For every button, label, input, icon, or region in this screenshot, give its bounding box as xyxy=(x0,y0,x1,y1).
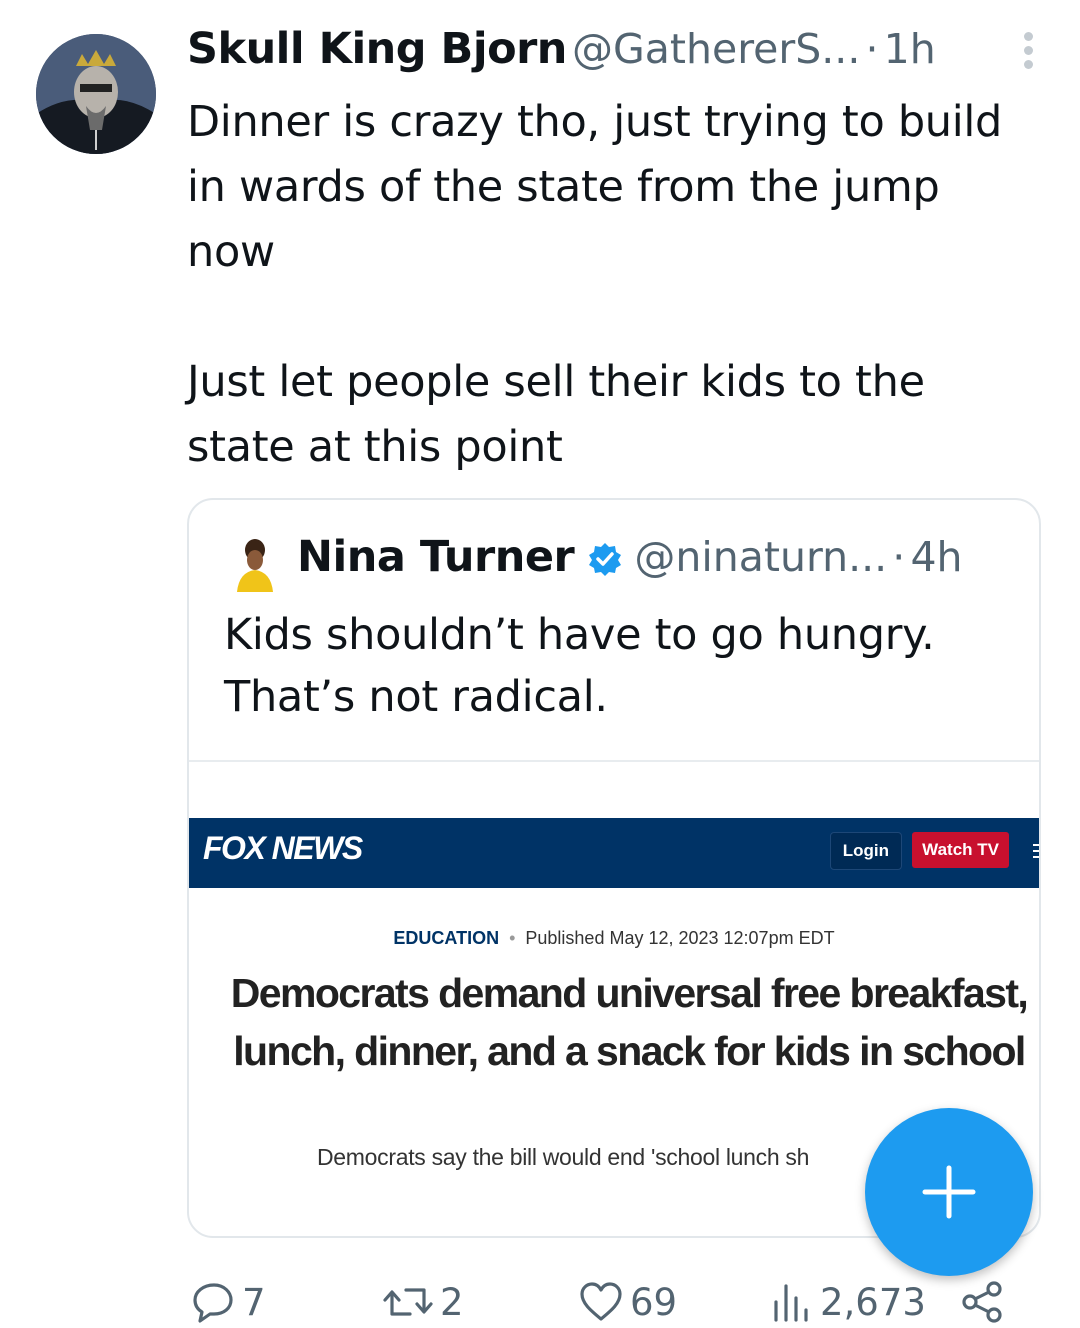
article-published: Published May 12, 2023 12:07pm EDT xyxy=(525,928,835,948)
login-button: Login xyxy=(829,832,902,870)
reply-count: 7 xyxy=(242,1280,266,1324)
author-avatar[interactable] xyxy=(36,34,156,154)
divider xyxy=(189,760,1039,762)
quoted-author-name[interactable]: Nina Turner xyxy=(297,532,575,582)
tweet-time[interactable]: 1h xyxy=(884,25,936,73)
fox-news-logo: FOX NEWS xyxy=(203,830,363,866)
article-subhead: Democrats say the bill would end 'school… xyxy=(317,1144,810,1170)
reply-button[interactable]: 7 xyxy=(192,1278,266,1326)
retweet-count: 2 xyxy=(440,1280,464,1324)
share-icon xyxy=(962,1281,1002,1323)
separator-dot: · xyxy=(892,533,906,581)
like-button[interactable]: 69 xyxy=(578,1278,677,1326)
tweet-text: Dinner is crazy tho, just trying to buil… xyxy=(187,97,1003,472)
views-count: 2,673 xyxy=(820,1280,926,1324)
article-category: EDUCATION xyxy=(393,928,500,948)
views-button[interactable]: 2,673 xyxy=(770,1278,926,1326)
retweet-button[interactable]: 2 xyxy=(382,1278,464,1326)
quoted-tweet-header: Nina Turner @ninaturn... · 4h xyxy=(297,532,963,582)
tweet-header: Skull King Bjorn @GathererS... · 1h xyxy=(187,24,1020,84)
quoted-author-handle[interactable]: @ninaturn... xyxy=(634,533,887,581)
quoted-author-avatar[interactable] xyxy=(229,536,281,592)
reply-icon xyxy=(193,1283,233,1323)
tweet-actions: 7 2 69 2,673 xyxy=(0,1278,1080,1328)
verified-badge-icon xyxy=(587,541,623,581)
retweet-icon xyxy=(383,1288,433,1316)
quoted-tweet-text: Kids shouldn’t have to go hungry. That’s… xyxy=(224,610,935,722)
separator-dot: · xyxy=(865,25,879,73)
article-meta: EDUCATION • Published May 12, 2023 12:07pm… xyxy=(393,928,835,948)
watch-tv-button: Watch TV xyxy=(912,832,1009,868)
like-icon xyxy=(580,1282,622,1321)
more-icon[interactable] xyxy=(1024,32,1034,72)
compose-button[interactable] xyxy=(865,1108,1033,1276)
fox-news-navbar: FOX NEWS Login Watch TV xyxy=(189,818,1039,888)
compose-plus-icon xyxy=(922,1165,976,1219)
share-button[interactable] xyxy=(960,1278,1004,1326)
menu-icon xyxy=(1033,844,1039,862)
quoted-tweet-time[interactable]: 4h xyxy=(910,533,962,581)
views-icon xyxy=(774,1284,808,1322)
like-count: 69 xyxy=(630,1280,678,1324)
author-name[interactable]: Skull King Bjorn xyxy=(187,24,567,74)
article-headline: Democrats demand universal free breakfas… xyxy=(230,970,1029,1074)
author-handle[interactable]: @GathererS... xyxy=(572,25,860,73)
